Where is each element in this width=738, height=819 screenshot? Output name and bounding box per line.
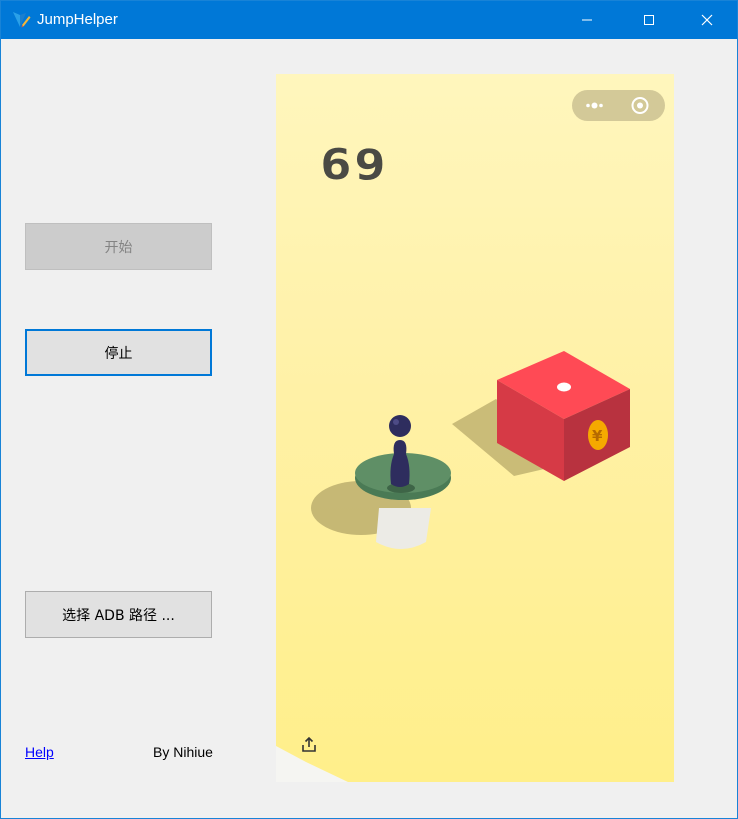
more-icon [586, 102, 603, 109]
start-button[interactable]: 开始 [25, 223, 212, 270]
capsule-close-button[interactable] [619, 90, 665, 121]
stop-button[interactable]: 停止 [25, 329, 212, 376]
game-screen-preview: ¥ 69 [276, 74, 674, 782]
select-adb-path-button[interactable]: 选择 ADB 路径 ... [25, 591, 212, 638]
minimize-icon [582, 19, 592, 21]
close-icon [701, 14, 713, 26]
help-link[interactable]: Help [25, 744, 54, 760]
window-title: JumpHelper [37, 11, 118, 28]
app-icon [13, 12, 31, 28]
game-score: 69 [320, 140, 389, 189]
author-label: By Nihiue [153, 744, 213, 760]
player-head [389, 415, 411, 437]
share-icon[interactable] [300, 736, 318, 754]
target-close-icon [631, 97, 649, 114]
capsule-more-button[interactable] [572, 90, 618, 121]
player-piece [390, 440, 410, 487]
platform-base [376, 508, 431, 549]
mini-program-capsule[interactable] [572, 90, 665, 121]
minimize-button[interactable] [564, 1, 610, 39]
close-button[interactable] [684, 1, 730, 39]
maximize-button[interactable] [626, 1, 672, 39]
box-top-dot [557, 382, 571, 392]
coin-symbol: ¥ [592, 427, 603, 445]
app-window: JumpHelper 开始 停止 选择 ADB 路径 ... Help By N… [0, 0, 738, 819]
player-head-highlight [393, 419, 399, 425]
maximize-icon [644, 15, 654, 25]
title-bar[interactable]: JumpHelper [1, 1, 737, 39]
